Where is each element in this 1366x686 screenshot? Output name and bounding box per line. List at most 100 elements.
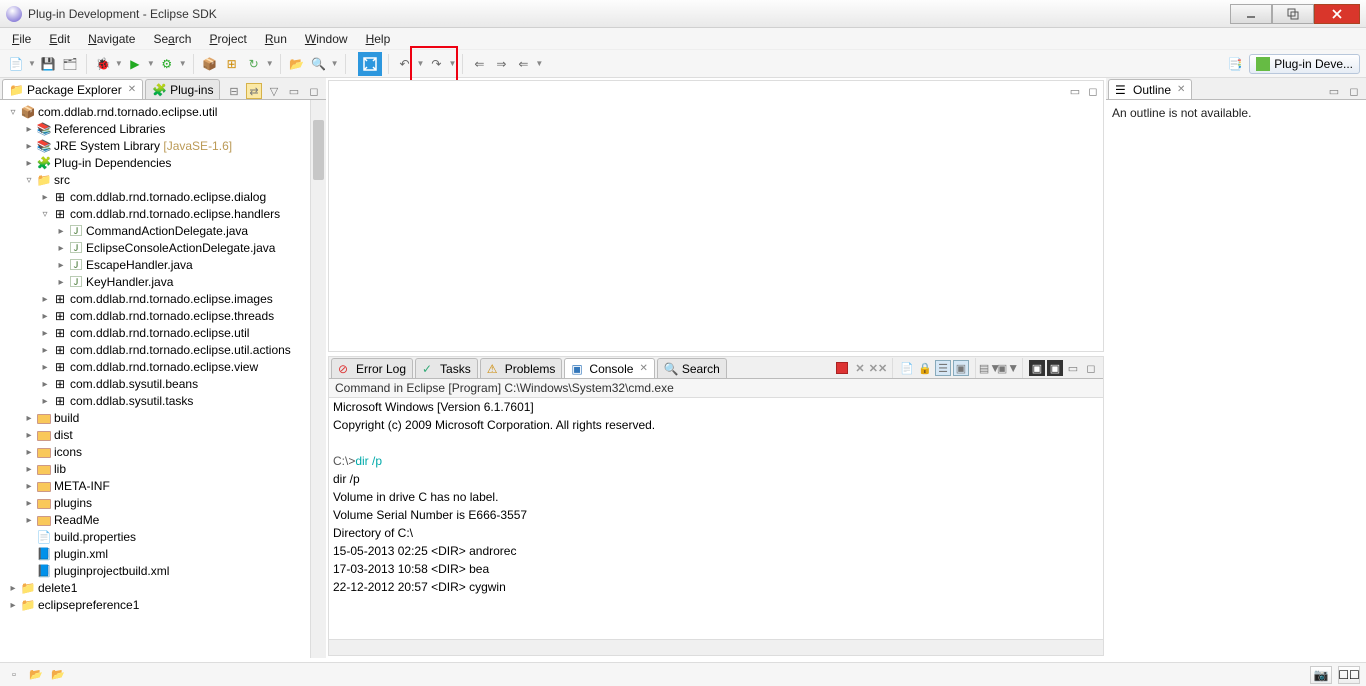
menu-search[interactable]: Search bbox=[145, 29, 199, 49]
tree-java-file[interactable]: ▸🄹CommandActionDelegate.java bbox=[2, 223, 324, 240]
tree-plugin-deps[interactable]: ▸🧩Plug-in Dependencies bbox=[2, 155, 324, 172]
collapse-all-button[interactable]: ⊟ bbox=[226, 83, 242, 99]
tab-outline[interactable]: ☰ Outline ✕ bbox=[1108, 79, 1192, 99]
scrollbar[interactable] bbox=[310, 100, 326, 658]
tree-folder[interactable]: ▸ReadMe bbox=[2, 512, 324, 529]
tab-console[interactable]: ▣Console✕ bbox=[564, 358, 654, 378]
tree-project[interactable]: ▸📁eclipsepreference1 bbox=[2, 597, 324, 614]
tree-folder[interactable]: ▸META-INF bbox=[2, 478, 324, 495]
tab-tasks[interactable]: ✓Tasks bbox=[415, 358, 478, 378]
open-perspective-button[interactable]: 📑 bbox=[1225, 54, 1245, 74]
minimize-view-button[interactable]: ▭ bbox=[1065, 360, 1081, 376]
tree-package[interactable]: ▸⊞com.ddlab.rnd.tornado.eclipse.images bbox=[2, 291, 324, 308]
menu-project[interactable]: Project bbox=[201, 29, 254, 49]
minimize-view-button[interactable]: ▭ bbox=[1326, 83, 1342, 99]
tree-project[interactable]: ▿📦com.ddlab.rnd.tornado.eclipse.util bbox=[2, 104, 324, 121]
forward-button[interactable]: ⇒ bbox=[491, 54, 511, 74]
status-icon-c[interactable]: 📂 bbox=[50, 667, 66, 683]
save-all-button[interactable]: 🗂 bbox=[60, 54, 80, 74]
close-tab-icon[interactable]: ✕ bbox=[128, 84, 136, 95]
new-button[interactable]: 📄 bbox=[6, 54, 26, 74]
run-button[interactable]: ▶ bbox=[125, 54, 145, 74]
open-type-button[interactable]: 📂 bbox=[287, 54, 307, 74]
open-plugin-button[interactable]: 📦 bbox=[200, 54, 220, 74]
close-tab-icon[interactable]: ✕ bbox=[639, 363, 647, 374]
console-b-button[interactable]: ▣ bbox=[1047, 360, 1063, 376]
external-tools-button[interactable]: ⚙ bbox=[157, 54, 177, 74]
tab-search[interactable]: 🔍Search bbox=[657, 358, 727, 378]
menu-help[interactable]: Help bbox=[358, 29, 399, 49]
tree-file[interactable]: 📘plugin.xml bbox=[2, 546, 324, 563]
view-menu-button[interactable]: ▽ bbox=[266, 83, 282, 99]
tree-package[interactable]: ▸⊞com.ddlab.sysutil.tasks bbox=[2, 393, 324, 410]
save-button[interactable]: 💾 bbox=[38, 54, 58, 74]
back-button[interactable]: ⇐ bbox=[469, 54, 489, 74]
console-output[interactable]: Microsoft Windows [Version 6.1.7601] Cop… bbox=[329, 398, 1103, 639]
editor-area[interactable]: ▭ ◻ bbox=[328, 80, 1104, 352]
menu-navigate[interactable]: Navigate bbox=[80, 29, 143, 49]
display-selected-console-button[interactable]: ▣ bbox=[953, 360, 969, 376]
layout-button[interactable]: ☐☐ bbox=[1338, 666, 1360, 684]
status-icon-a[interactable]: ▫ bbox=[6, 667, 22, 683]
package-explorer-body[interactable]: ▿📦com.ddlab.rnd.tornado.eclipse.util ▸📚R… bbox=[0, 100, 326, 658]
tree-project[interactable]: ▸📁delete1 bbox=[2, 580, 324, 597]
tab-plugins[interactable]: 🧩 Plug-ins bbox=[145, 79, 220, 99]
tree-src[interactable]: ▿📁src bbox=[2, 172, 324, 189]
perspective-plugin-dev[interactable]: Plug-in Deve... bbox=[1249, 54, 1360, 74]
maximize-view-button[interactable]: ◻ bbox=[1346, 83, 1362, 99]
nav-prev-button[interactable]: ↶ bbox=[395, 54, 415, 74]
open-console-button[interactable]: ▤▼ bbox=[982, 360, 998, 376]
tree-package[interactable]: ▸⊞com.ddlab.rnd.tornado.eclipse.dialog bbox=[2, 189, 324, 206]
maximize-button[interactable] bbox=[1272, 4, 1314, 24]
tree-package[interactable]: ▸⊞com.ddlab.rnd.tornado.eclipse.util.act… bbox=[2, 342, 324, 359]
nav-next-button[interactable]: ↷ bbox=[426, 54, 446, 74]
remove-launch-button[interactable]: ✕ bbox=[852, 360, 868, 376]
console-scrollbar[interactable] bbox=[329, 639, 1103, 655]
tree-referenced-libraries[interactable]: ▸📚Referenced Libraries bbox=[2, 121, 324, 138]
fullscreen-button[interactable] bbox=[358, 52, 382, 76]
menu-window[interactable]: Window bbox=[297, 29, 356, 49]
debug-button[interactable]: 🐞 bbox=[93, 54, 113, 74]
refresh-button[interactable]: ↻ bbox=[244, 54, 264, 74]
tab-error-log[interactable]: ⊘Error Log bbox=[331, 358, 413, 378]
tree-java-file[interactable]: ▸🄹EscapeHandler.java bbox=[2, 257, 324, 274]
tree-java-file[interactable]: ▸🄹KeyHandler.java bbox=[2, 274, 324, 291]
link-editor-button[interactable]: ⇄ bbox=[246, 83, 262, 99]
editor-maximize-button[interactable]: ◻ bbox=[1085, 83, 1101, 99]
tree-folder[interactable]: ▸plugins bbox=[2, 495, 324, 512]
tab-problems[interactable]: ⚠Problems bbox=[480, 358, 563, 378]
tree-package[interactable]: ▸⊞com.ddlab.sysutil.beans bbox=[2, 376, 324, 393]
console-a-button[interactable]: ▣ bbox=[1029, 360, 1045, 376]
tree-package[interactable]: ▸⊞com.ddlab.rnd.tornado.eclipse.threads bbox=[2, 308, 324, 325]
tree-package[interactable]: ▿⊞com.ddlab.rnd.tornado.eclipse.handlers bbox=[2, 206, 324, 223]
minimize-button[interactable] bbox=[1230, 4, 1272, 24]
tree-file[interactable]: 📘pluginprojectbuild.xml bbox=[2, 563, 324, 580]
search-button[interactable]: 🔍 bbox=[309, 54, 329, 74]
new-console-button[interactable]: ▣▼ bbox=[1000, 360, 1016, 376]
tree-folder[interactable]: ▸dist bbox=[2, 427, 324, 444]
minimize-view-button[interactable]: ▭ bbox=[286, 83, 302, 99]
clear-console-button[interactable]: 📄 bbox=[899, 360, 915, 376]
tree-jre[interactable]: ▸📚JRE System Library [JavaSE-1.6] bbox=[2, 138, 324, 155]
plugin-spy-button[interactable]: ⊞ bbox=[222, 54, 242, 74]
close-tab-icon[interactable]: ✕ bbox=[1177, 84, 1185, 95]
tree-package[interactable]: ▸⊞com.ddlab.rnd.tornado.eclipse.view bbox=[2, 359, 324, 376]
tree-package[interactable]: ▸⊞com.ddlab.rnd.tornado.eclipse.util bbox=[2, 325, 324, 342]
editor-minimize-button[interactable]: ▭ bbox=[1067, 83, 1083, 99]
menu-file[interactable]: File bbox=[4, 29, 39, 49]
status-icon-b[interactable]: 📂 bbox=[28, 667, 44, 683]
remove-all-terminated-button[interactable]: ✕✕ bbox=[870, 360, 886, 376]
menu-edit[interactable]: Edit bbox=[41, 29, 78, 49]
terminate-button[interactable] bbox=[834, 360, 850, 376]
tree-file[interactable]: 📄build.properties bbox=[2, 529, 324, 546]
close-button[interactable] bbox=[1314, 4, 1360, 24]
pin-console-button[interactable]: ☰ bbox=[935, 360, 951, 376]
scroll-lock-button[interactable]: 🔒 bbox=[917, 360, 933, 376]
tree-folder[interactable]: ▸icons bbox=[2, 444, 324, 461]
maximize-view-button[interactable]: ◻ bbox=[306, 83, 322, 99]
menu-run[interactable]: Run bbox=[257, 29, 295, 49]
maximize-view-button[interactable]: ◻ bbox=[1083, 360, 1099, 376]
tab-package-explorer[interactable]: 📁 Package Explorer ✕ bbox=[2, 79, 143, 99]
screenshot-button[interactable]: 📷 bbox=[1310, 666, 1332, 684]
tree-folder[interactable]: ▸lib bbox=[2, 461, 324, 478]
